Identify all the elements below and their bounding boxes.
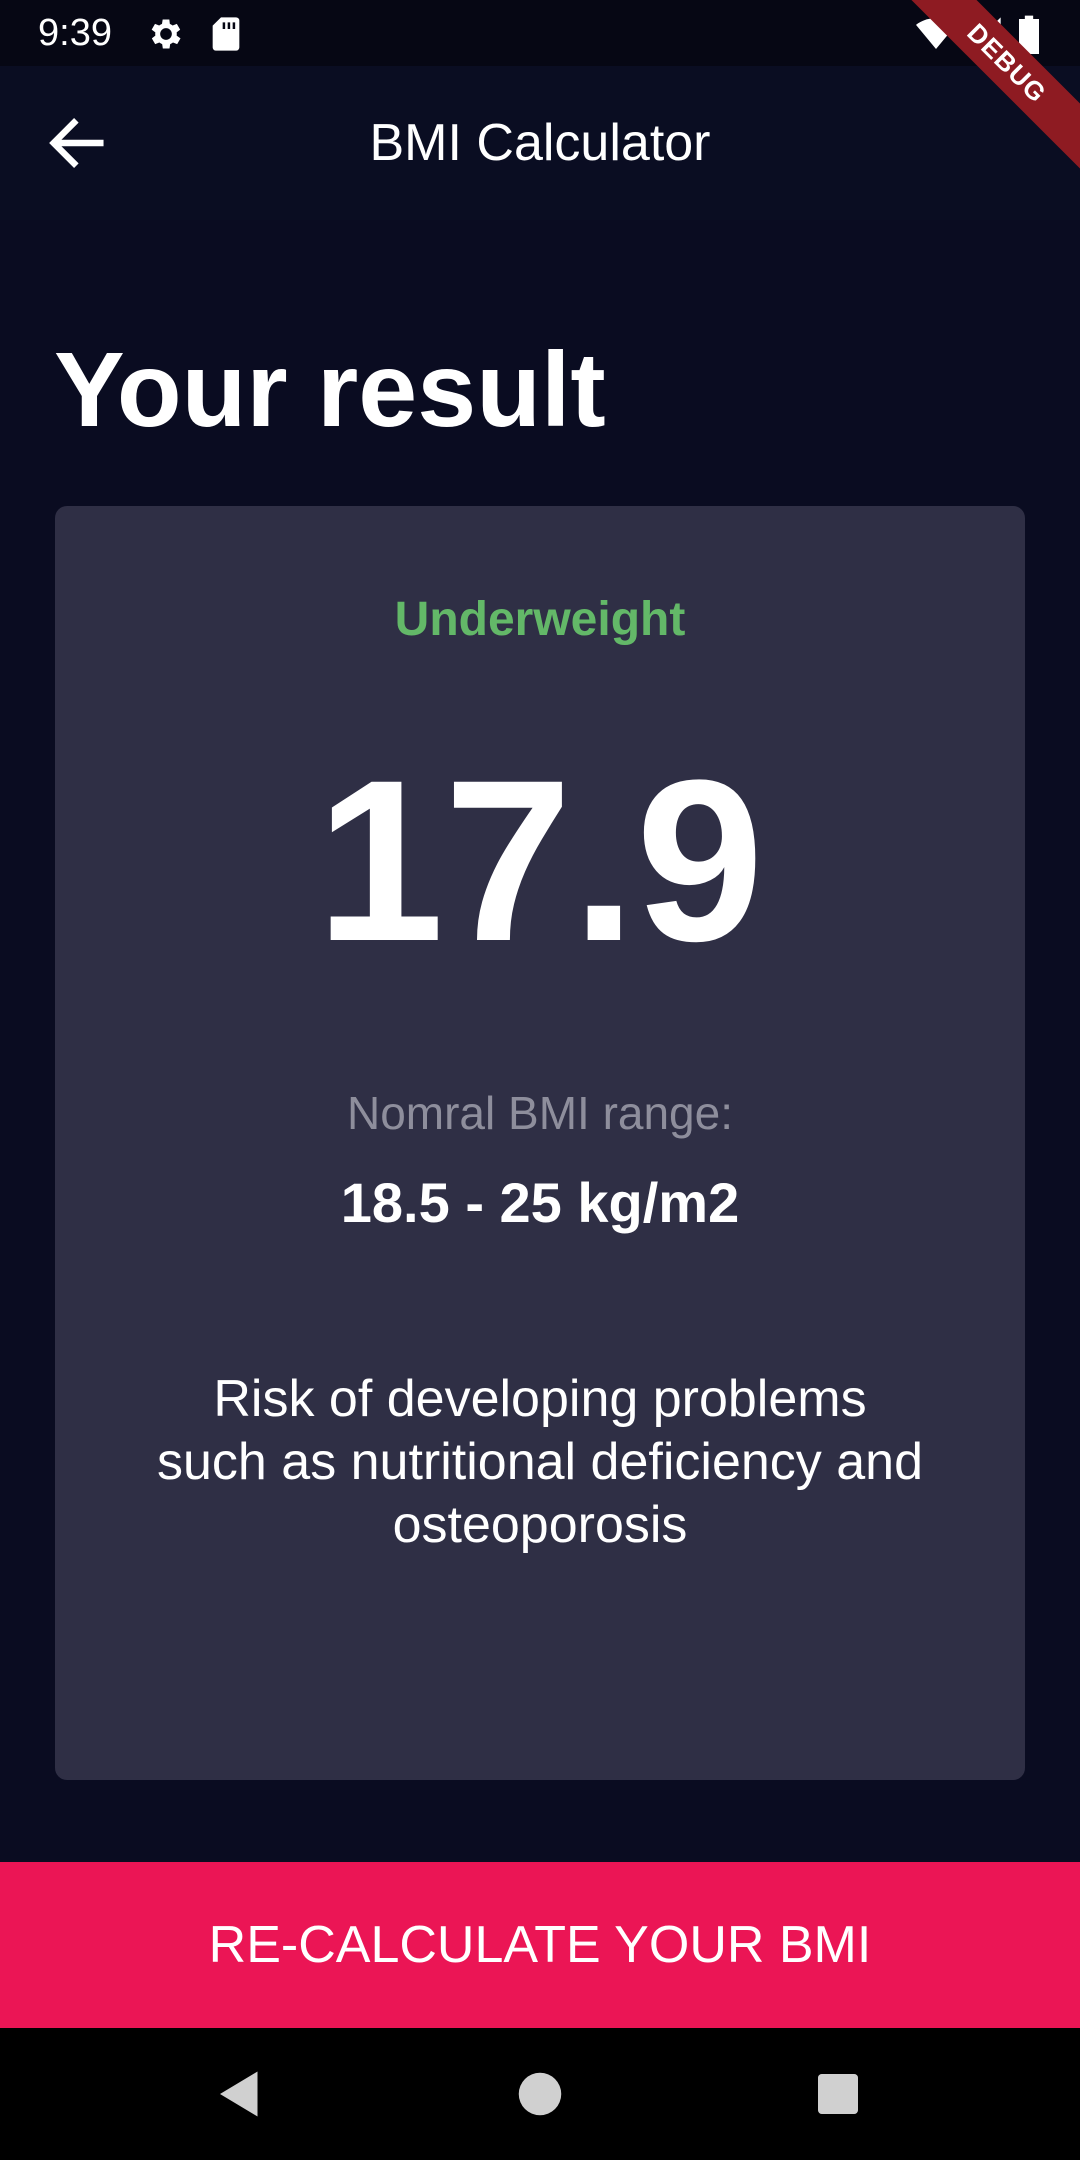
status-bar: 9:39 [0, 0, 1080, 66]
gear-icon [146, 14, 186, 54]
normal-range-value: 18.5 - 25 kg/m2 [340, 1171, 740, 1234]
bmi-value: 17.9 [316, 732, 764, 989]
recents-square-icon [818, 2074, 858, 2114]
system-nav-bar [0, 2028, 1080, 2160]
recalculate-button[interactable]: RE-CALCULATE YOUR BMI [0, 1862, 1080, 2028]
bmi-result-screen: 9:39 DEBUG BMI Calculator Your result Un… [0, 0, 1080, 2160]
arrow-back-icon [49, 118, 104, 168]
bmi-category: Underweight [394, 593, 686, 646]
back-triangle-icon [220, 2071, 258, 2117]
back-button[interactable] [42, 108, 112, 178]
nav-home-button[interactable] [510, 2064, 570, 2124]
normal-range-label: Nomral BMI range: [346, 1087, 733, 1139]
bmi-interpretation: Risk of developing problems such as nutr… [156, 1370, 923, 1554]
home-circle-icon [518, 2072, 562, 2116]
app-title: BMI Calculator [369, 114, 711, 172]
sd-card-icon [206, 14, 246, 54]
status-time: 9:39 [38, 12, 112, 54]
app-bar: BMI Calculator [0, 66, 1080, 220]
page-title: Your result [54, 331, 606, 449]
nav-recents-button[interactable] [808, 2064, 868, 2124]
nav-back-button[interactable] [210, 2064, 270, 2124]
result-card: Underweight 17.9 Nomral BMI range: 18.5 … [55, 506, 1025, 1780]
